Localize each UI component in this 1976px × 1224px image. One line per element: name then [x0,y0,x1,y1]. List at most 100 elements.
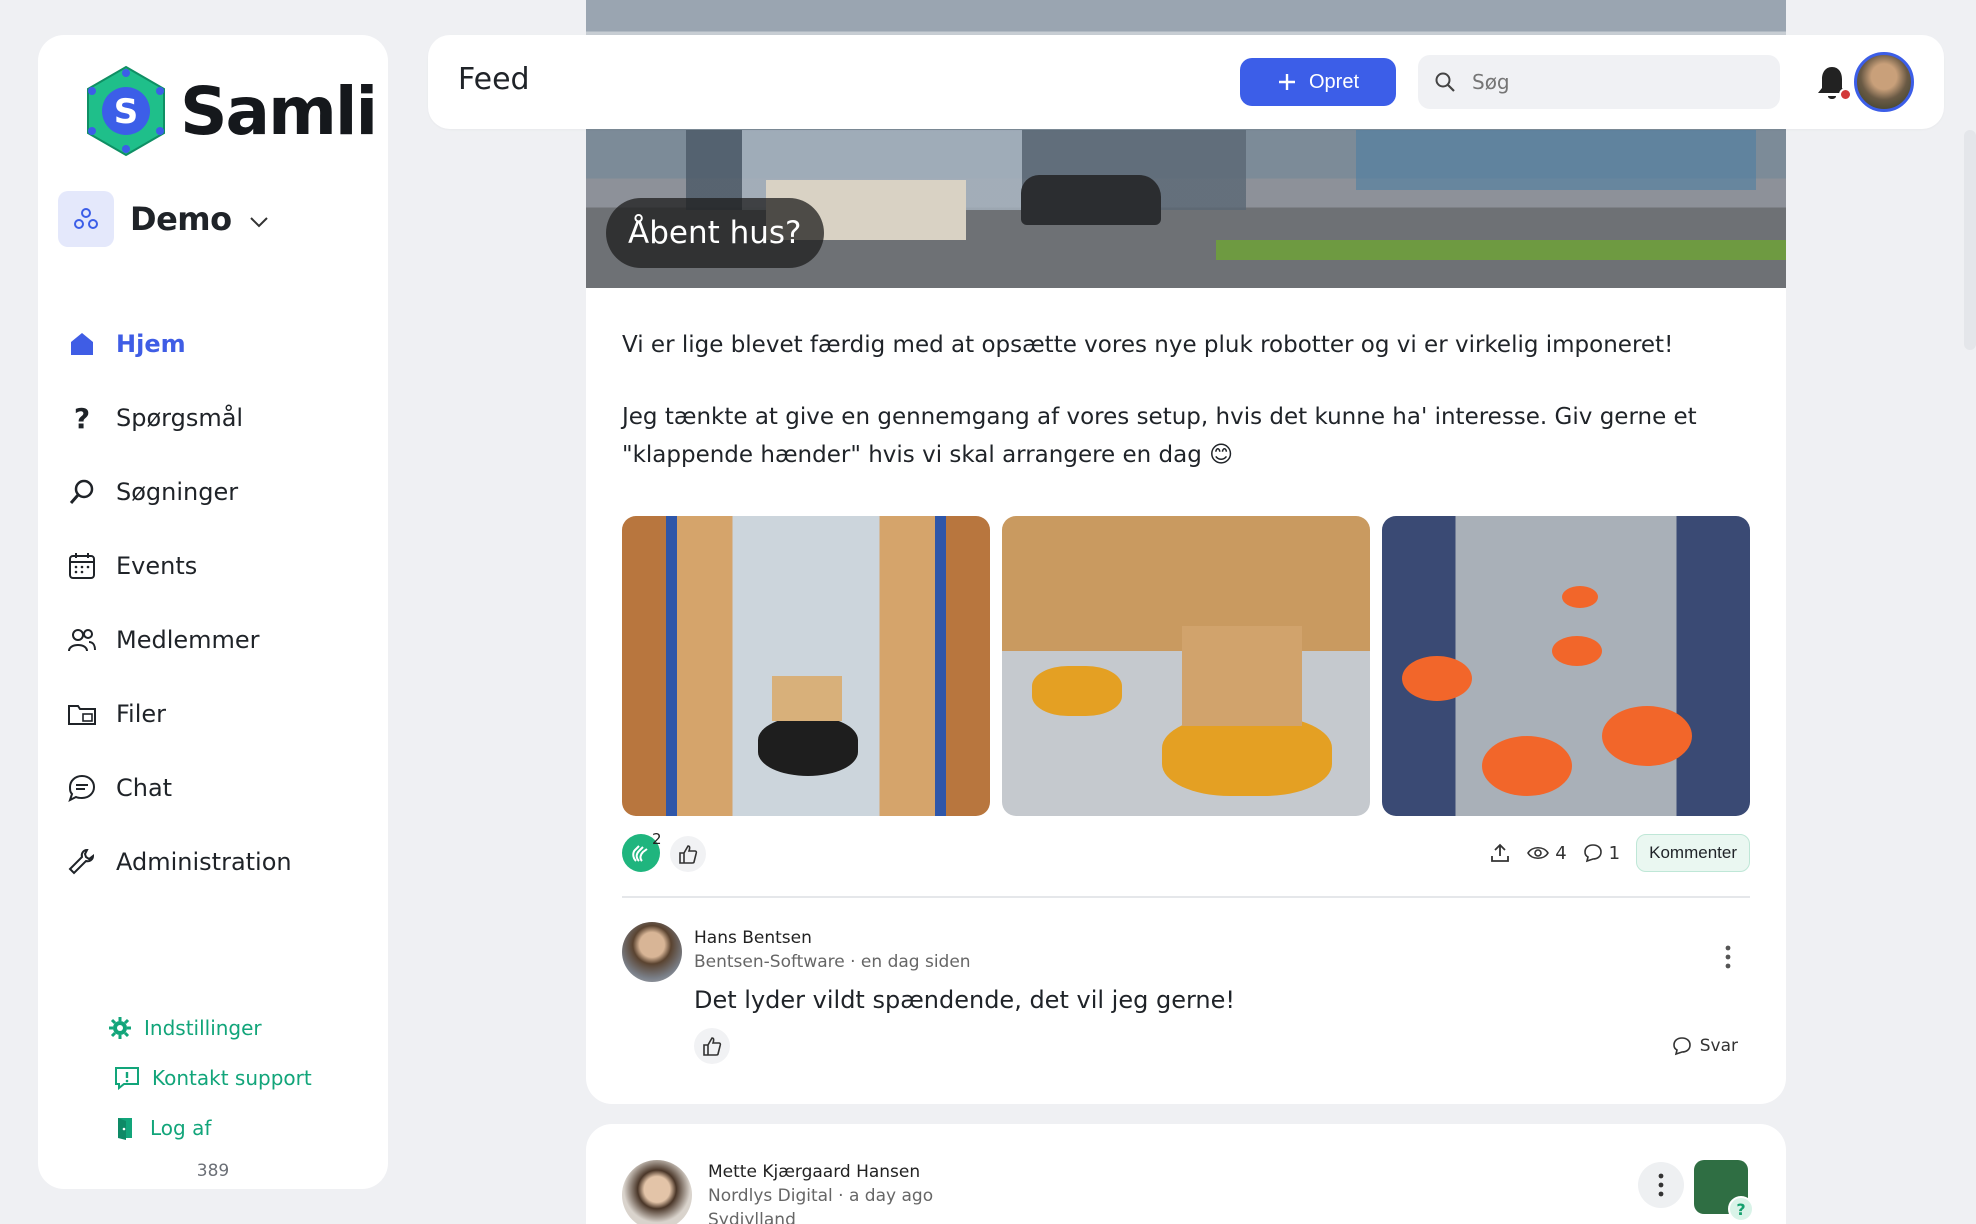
share-button[interactable] [1489,842,1511,864]
question-badge: ? [1728,1196,1754,1222]
robot-shape [1552,636,1602,666]
logout-label: Log af [150,1116,212,1140]
comment-icon [1583,844,1602,863]
avatar[interactable] [622,1160,692,1224]
post-actions: 2 4 1 Kommenter [622,830,1750,874]
nav-item-events[interactable]: Events [66,529,366,603]
comment-author[interactable]: Hans Bentsen [694,928,812,948]
robot-shape [1602,706,1692,766]
search-icon [66,476,98,508]
comment-meta: Bentsen-Software · en dag siden [694,952,971,972]
post-body: Vi er lige blevet færdig med at opsætte … [622,326,1722,508]
feed-post-next: Mette Kjærgaard Hansen Nordlys Digital ·… [586,1124,1786,1224]
workspace-icon [74,208,98,229]
clap-count: 2 [652,830,662,848]
support-link[interactable]: Kontakt support [108,1053,312,1103]
settings-link[interactable]: Indstillinger [108,1003,312,1053]
samli-logo[interactable]: S Samli [80,65,378,157]
home-icon [66,328,98,360]
search-icon [1435,72,1455,92]
svg-text:?: ? [74,403,90,433]
gallery-image-warehouse-robot[interactable] [622,516,990,816]
top-header: Feed Opret [428,35,1944,129]
nav-item-spoergsmaal[interactable]: ? Spørgsmål [66,381,366,455]
comment-icon [1672,1037,1691,1056]
nav-item-filer[interactable]: Filer [66,677,366,751]
comments-count: 1 [1608,842,1621,864]
comment-button[interactable]: Kommenter [1636,834,1750,872]
search-input[interactable] [1472,70,1722,94]
nav-label: Events [116,552,198,580]
wrench-icon [66,846,98,878]
comment: Hans Bentsen Bentsen-Software · en dag s… [622,922,1750,1072]
robot-shape [1562,586,1598,608]
workspace-switcher[interactable]: Demo [58,191,270,247]
user-avatar[interactable] [1854,52,1914,112]
members-icon [66,624,98,656]
robot-shape [1032,666,1122,716]
nav-item-administration[interactable]: Administration [66,825,366,899]
views-count: 4 [1555,842,1567,864]
app-version: 389 [196,1161,230,1181]
scrollbar[interactable] [1964,130,1976,350]
logout-link[interactable]: Log af [108,1103,312,1153]
reply-label: Svar [1699,1036,1738,1056]
workspace-badge [58,191,114,247]
divider [622,896,1750,898]
more-options-icon [1658,1173,1664,1197]
avatar[interactable] [622,922,682,982]
hero-car [1021,175,1161,225]
nav-label: Filer [116,700,167,728]
comment-text: Det lyder vildt spændende, det vil jeg g… [694,986,1235,1014]
nav-item-medlemmer[interactable]: Medlemmer [66,603,366,677]
plus-icon [1278,74,1295,90]
svg-text:S: S [114,92,139,132]
nav-label: Medlemmer [116,626,260,654]
post-stats: 4 1 Kommenter [1489,834,1750,872]
more-options-icon[interactable] [1718,942,1738,972]
nav-label: Søgninger [116,478,239,506]
like-reaction-button[interactable] [670,836,706,872]
notifications-button[interactable] [1814,63,1852,103]
nav-item-hjem[interactable]: Hjem [66,307,366,381]
post-menu-button[interactable] [1638,1162,1684,1208]
robot-shape [1482,736,1572,796]
post-title-badge: Åbent hus? [606,198,824,268]
box-shape [1182,626,1302,726]
robot-shape [1162,716,1332,796]
eye-icon [1527,846,1550,860]
gallery-image-robot-fleet[interactable] [1382,516,1750,816]
post-region: Sydjylland [708,1210,796,1224]
search-bar[interactable] [1418,55,1780,109]
views-stat: 4 [1527,842,1567,864]
nav-item-chat[interactable]: Chat [66,751,366,825]
comment-like-button[interactable] [694,1028,730,1064]
comments-stat: 1 [1583,843,1620,864]
page-title: Feed [458,62,530,97]
create-label: Opret [1308,70,1360,93]
gear-icon [109,1017,131,1039]
reply-button[interactable]: Svar [1672,1036,1738,1056]
support-icon [115,1067,139,1090]
nav-label: Chat [116,774,173,802]
robot-shape [758,716,858,776]
feed-post: Åbent hus? Vi er lige blevet færdig med … [586,0,1786,1104]
nav-label: Hjem [116,330,186,358]
gallery-image-robots-boxes[interactable] [1002,516,1370,816]
post-meta: Nordlys Digital · a day ago [708,1186,934,1206]
robot-shape [1402,656,1472,701]
thumbs-up-icon [703,1037,722,1056]
brand-name: Samli [180,72,378,150]
chevron-down-icon [249,217,268,228]
thumbs-up-icon [679,845,698,864]
support-label: Kontakt support [152,1066,312,1090]
question-icon: ? [66,402,98,434]
hero-grass [1216,240,1786,260]
create-button[interactable]: Opret [1240,58,1396,106]
post-author[interactable]: Mette Kjærgaard Hansen [708,1162,920,1182]
nav-label: Administration [116,848,292,876]
share-icon [1491,843,1510,862]
nav-item-soegninger[interactable]: Søgninger [66,455,366,529]
settings-label: Indstillinger [144,1016,262,1040]
sidebar: S Samli Demo Hjem ? Spørgsmål Søgninger … [38,35,388,1189]
